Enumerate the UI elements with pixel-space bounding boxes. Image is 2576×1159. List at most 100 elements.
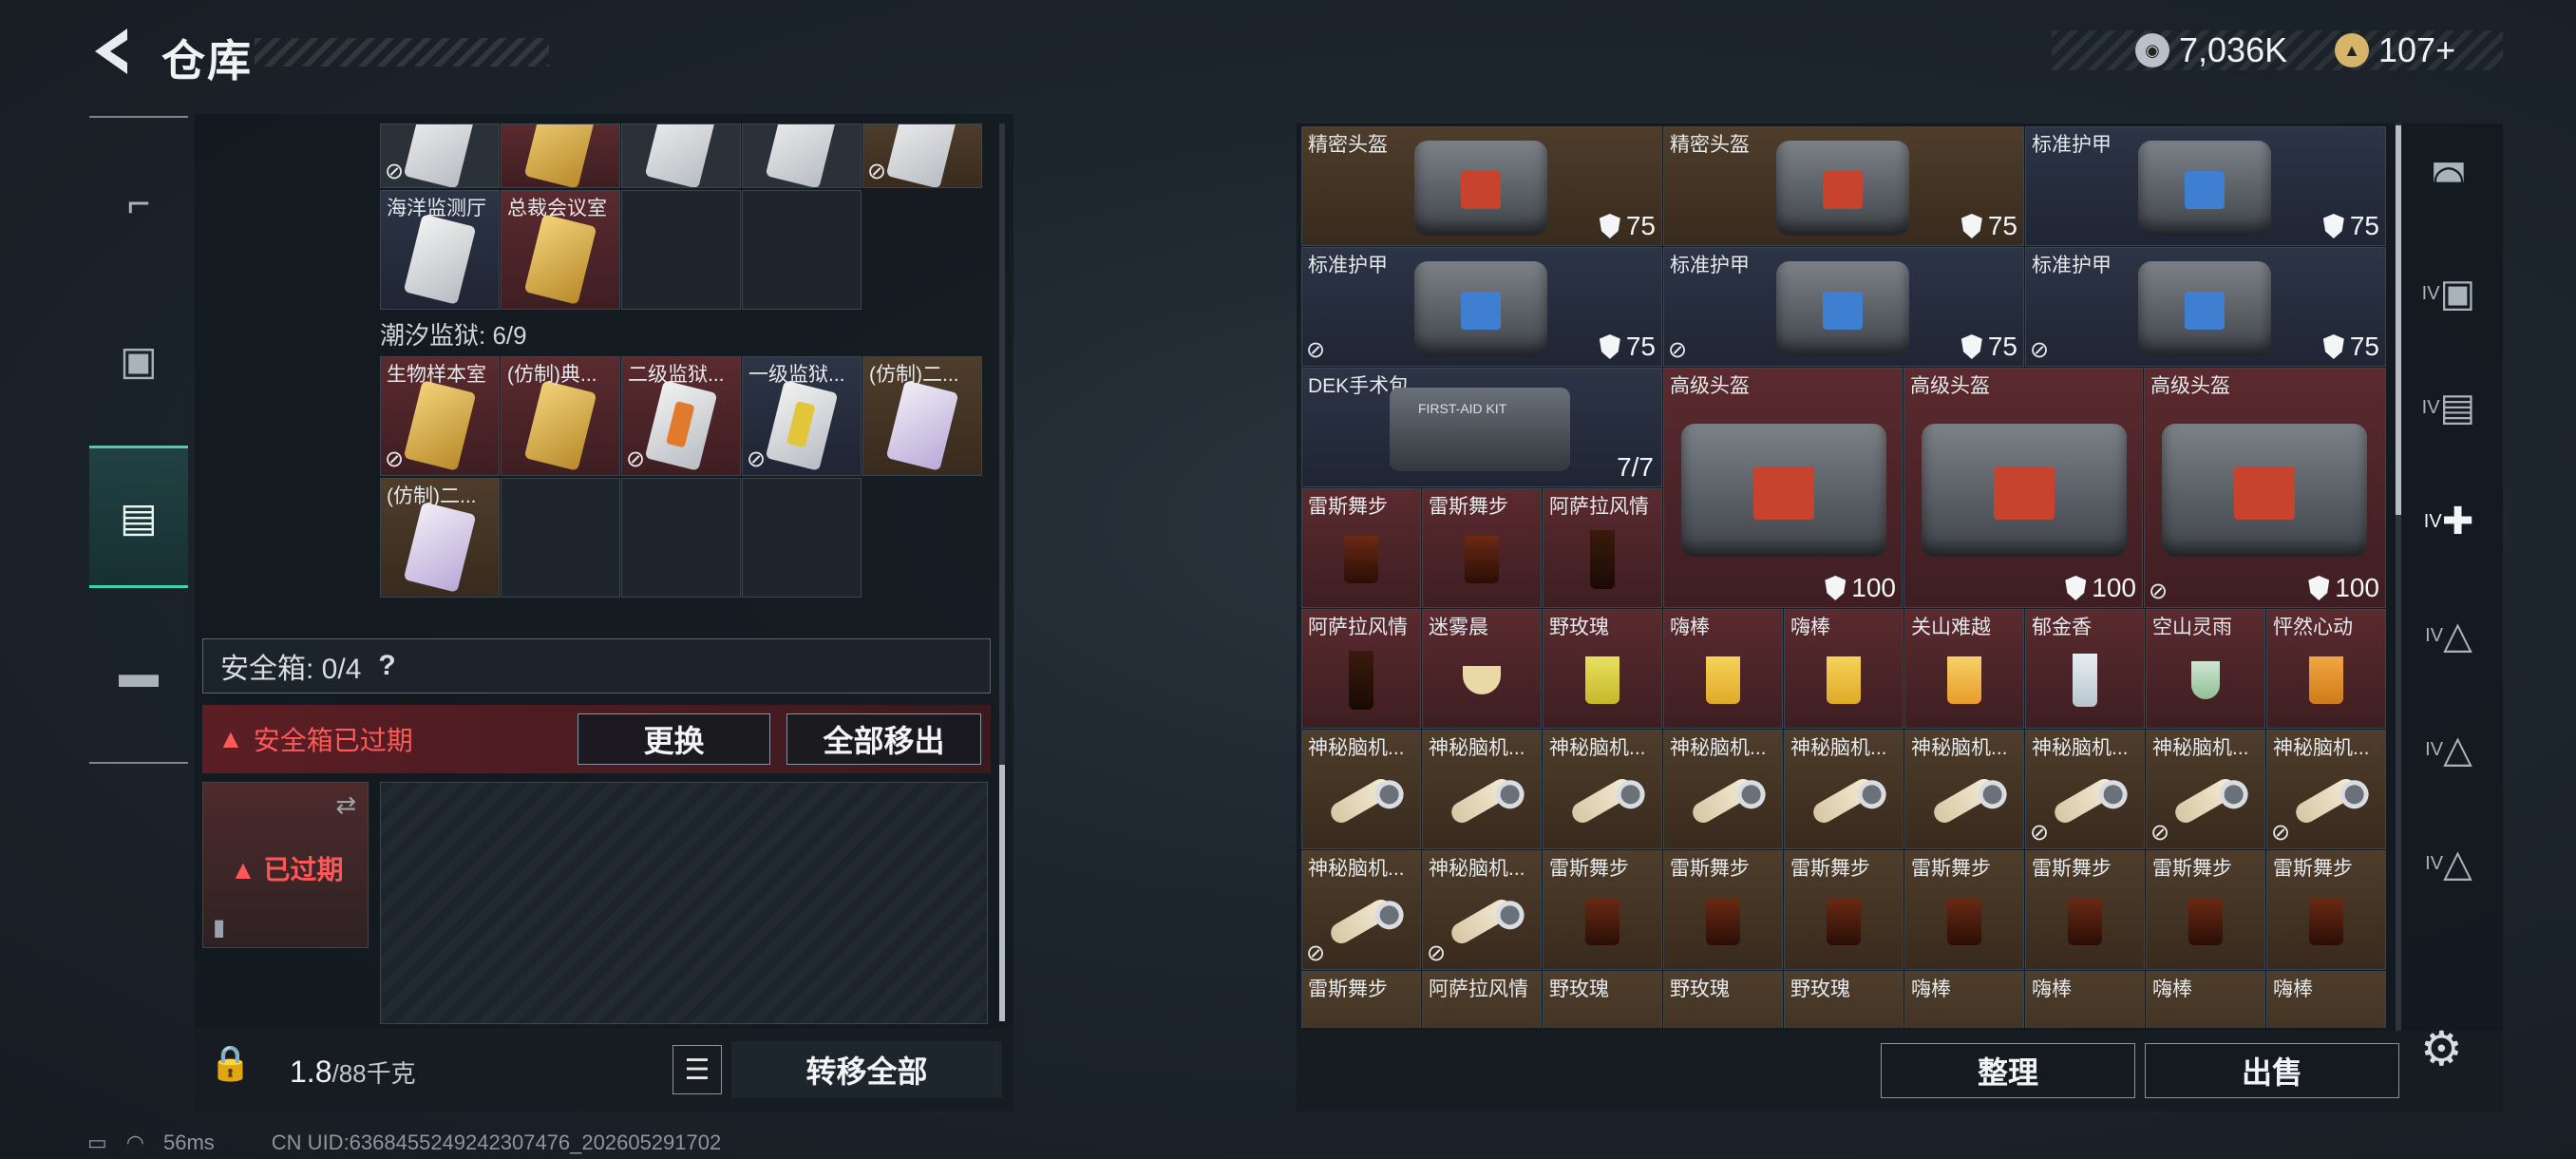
- item-slot[interactable]: 雷斯舞步: [1301, 971, 1421, 1028]
- item-slot[interactable]: 怦然心动: [2266, 609, 2386, 729]
- key-card-slot[interactable]: 总裁会议室: [501, 190, 620, 310]
- replace-button[interactable]: 更换: [578, 713, 770, 765]
- item-label: (仿制)典...: [507, 364, 597, 386]
- item-slot[interactable]: 雷斯舞步: [2146, 850, 2265, 970]
- item-slot[interactable]: 雷斯舞步: [1904, 850, 2024, 970]
- item-slot[interactable]: 神秘脑机...: [1663, 730, 1783, 849]
- item-slot[interactable]: 神秘脑机... ⊘: [2266, 730, 2386, 849]
- warning-icon: ▲: [218, 724, 244, 753]
- key-card-slot[interactable]: (仿制)二...: [862, 356, 982, 476]
- item-slot[interactable]: 野玫瑰: [1784, 971, 1904, 1028]
- key-card-slot[interactable]: 二级监狱... ⊘: [621, 356, 741, 476]
- keycard-icon: [765, 124, 839, 187]
- empty-slot[interactable]: [501, 478, 620, 598]
- sort-button[interactable]: 整理: [1881, 1043, 2135, 1098]
- item-slot[interactable]: 迷雾晨: [1422, 609, 1542, 729]
- item-slot[interactable]: 高级头盔 100: [1663, 368, 1903, 608]
- durability-value: 75: [1625, 332, 1656, 361]
- empty-slot[interactable]: [621, 478, 741, 598]
- key-card-slot[interactable]: ⊘: [862, 124, 982, 188]
- medkit-slot[interactable]: DEK手术包 FIRST-AID KIT 7/7: [1301, 368, 1662, 487]
- nav-backpack[interactable]: ▤: [89, 446, 188, 588]
- nav-storage-3[interactable]: IV ✚: [2411, 466, 2487, 578]
- nav-weapons[interactable]: ⌐: [89, 132, 188, 275]
- item-slot[interactable]: 雷斯舞步: [1301, 488, 1421, 608]
- empty-slot[interactable]: [621, 190, 741, 310]
- item-slot[interactable]: 神秘脑机... ⊘: [1301, 850, 1421, 970]
- item-slot[interactable]: 神秘脑机...: [1784, 730, 1904, 849]
- nav-storage-4[interactable]: IV △: [2411, 580, 2487, 692]
- item-slot[interactable]: 嗨棒: [1784, 609, 1904, 729]
- key-card-slot[interactable]: (仿制)典...: [501, 356, 620, 476]
- help-icon[interactable]: ?: [378, 650, 395, 682]
- item-slot[interactable]: 神秘脑机...: [1904, 730, 2024, 849]
- key-card-slot[interactable]: ⊘: [380, 124, 500, 188]
- key-card-slot[interactable]: 一级监狱... ⊘: [742, 356, 862, 476]
- item-slot[interactable]: 标准护甲 ⊘ 75: [1663, 247, 2024, 367]
- item-slot[interactable]: 高级头盔 ⊘ 100: [2144, 368, 2386, 608]
- item-slot[interactable]: 阿萨拉风情: [1422, 971, 1542, 1028]
- back-button[interactable]: [85, 25, 139, 78]
- nav-toolbox[interactable]: ▬: [89, 602, 188, 745]
- key-card-slot[interactable]: [621, 124, 741, 188]
- key-card-slot[interactable]: (仿制)二...: [380, 478, 500, 598]
- item-slot[interactable]: 雷斯舞步: [1543, 850, 1662, 970]
- item-slot[interactable]: 野玫瑰: [1543, 971, 1662, 1028]
- key-card-slot[interactable]: 生物样本室 ⊘: [380, 356, 500, 476]
- nav-armor[interactable]: ▣: [89, 289, 188, 431]
- key-card-slot[interactable]: [501, 124, 620, 188]
- item-slot[interactable]: 神秘脑机...: [1543, 730, 1662, 849]
- list-view-icon[interactable]: ☰: [672, 1045, 722, 1094]
- empty-slot[interactable]: [742, 478, 862, 598]
- scrollbar-thumb[interactable]: [999, 765, 1005, 1021]
- nav-storage-1[interactable]: IV ▣: [2411, 238, 2487, 350]
- weight-readout: 1.8/88千克: [290, 1054, 416, 1090]
- item-slot[interactable]: 雷斯舞步: [1422, 488, 1542, 608]
- item-slot[interactable]: 神秘脑机... ⊘: [2025, 730, 2145, 849]
- nav-helmet[interactable]: ◚: [2411, 124, 2487, 236]
- nav-storage-6[interactable]: IV △: [2411, 808, 2487, 920]
- transfer-all-button[interactable]: 转移全部: [731, 1041, 1002, 1098]
- gear-icon[interactable]: ⚙: [2420, 1021, 2463, 1076]
- item-slot[interactable]: 野玫瑰: [1663, 971, 1783, 1028]
- swap-icon: ⇄: [335, 790, 356, 819]
- scrollbar-thumb[interactable]: [2396, 125, 2401, 515]
- item-slot[interactable]: 雷斯舞步: [1784, 850, 1904, 970]
- move-all-out-button[interactable]: 全部移出: [786, 713, 981, 765]
- item-slot[interactable]: 阿萨拉风情: [1543, 488, 1662, 608]
- item-slot[interactable]: 精密头盔 75: [1663, 126, 2024, 246]
- item-slot[interactable]: 高级头盔 100: [1904, 368, 2143, 608]
- item-slot[interactable]: 标准护甲 ⊘ 75: [1301, 247, 1662, 367]
- item-slot[interactable]: 嗨棒: [2025, 971, 2145, 1028]
- item-slot[interactable]: 嗨棒: [1904, 971, 2024, 1028]
- item-slot[interactable]: 精密头盔 75: [1301, 126, 1662, 246]
- item-slot[interactable]: 神秘脑机...: [1422, 730, 1542, 849]
- safe-box-slot[interactable]: ⇄ ▲ 已过期 ▮: [202, 782, 369, 948]
- item-slot[interactable]: 标准护甲 ⊘ 75: [2025, 247, 2386, 367]
- item-slot[interactable]: 野玫瑰: [1543, 609, 1662, 729]
- safe-box-grid[interactable]: [380, 782, 988, 1024]
- sell-button[interactable]: 出售: [2145, 1043, 2399, 1098]
- item-slot[interactable]: 雷斯舞步: [1663, 850, 1783, 970]
- item-slot[interactable]: 神秘脑机... ⊘: [2146, 730, 2265, 849]
- item-slot[interactable]: 嗨棒: [2266, 971, 2386, 1028]
- key-card-slot[interactable]: 海洋监测厅: [380, 190, 500, 310]
- brain-chip-icon: [1809, 775, 1892, 827]
- empty-slot[interactable]: [742, 190, 862, 310]
- item-slot[interactable]: 神秘脑机...: [1301, 730, 1421, 849]
- nav-storage-5[interactable]: IV △: [2411, 694, 2487, 806]
- nav-storage-2[interactable]: IV ▤: [2411, 352, 2487, 464]
- currency-gold[interactable]: ▲ 107+: [2335, 28, 2455, 72]
- key-card-slot[interactable]: [742, 124, 862, 188]
- item-slot[interactable]: 阿萨拉风情: [1301, 609, 1421, 729]
- item-slot[interactable]: 雷斯舞步: [2025, 850, 2145, 970]
- item-slot[interactable]: 雷斯舞步: [2266, 850, 2386, 970]
- item-slot[interactable]: 嗨棒: [1663, 609, 1783, 729]
- item-slot[interactable]: 郁金香: [2025, 609, 2145, 729]
- item-slot[interactable]: 神秘脑机... ⊘: [1422, 850, 1542, 970]
- item-slot[interactable]: 空山灵雨: [2146, 609, 2265, 729]
- page-title: 仓库: [161, 36, 253, 86]
- item-slot[interactable]: 标准护甲 75: [2025, 126, 2386, 246]
- item-slot[interactable]: 嗨棒: [2146, 971, 2265, 1028]
- item-slot[interactable]: 关山难越: [1904, 609, 2024, 729]
